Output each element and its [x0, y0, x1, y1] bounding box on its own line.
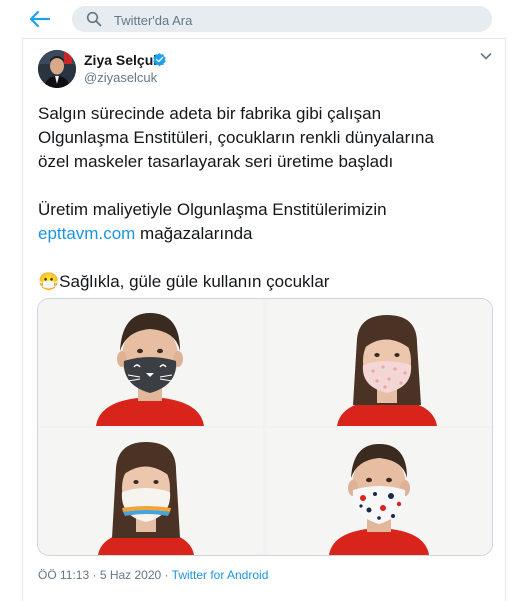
tweet-source[interactable]: Twitter for Android — [172, 568, 269, 582]
verified-badge-icon — [153, 52, 166, 67]
search-box[interactable] — [72, 6, 492, 32]
meta-separator: · — [89, 568, 100, 582]
tweet-text-line: 😷Sağlıkla, güle güle kullanın çocuklar — [38, 270, 329, 294]
tweet-link[interactable]: epttavm.com — [38, 224, 135, 243]
search-icon — [86, 11, 102, 27]
tweet-text-line: Salgın sürecinde adeta bir fabrika gibi … — [38, 104, 382, 123]
back-arrow-icon[interactable] — [28, 8, 52, 30]
media-grid — [37, 298, 493, 556]
photo-girl-striped-mask[interactable] — [38, 428, 263, 555]
tweet-meta: ÖÖ 11:13 · 5 Haz 2020 · Twitter for Andr… — [38, 568, 268, 582]
tweet-text-line: Üretim maliyetiyle Olgunlaşma Enstitüler… — [38, 200, 387, 219]
avatar-image — [38, 50, 76, 88]
photo-boy-patterned-mask[interactable] — [267, 428, 492, 555]
avatar[interactable] — [38, 50, 76, 88]
search-input[interactable] — [112, 9, 476, 31]
user-handle[interactable]: @ziyaselcuk — [84, 70, 157, 85]
top-bar — [0, 0, 514, 38]
tweet-text-fragment: Sağlıkla, güle güle kullanın çocuklar — [59, 272, 330, 291]
meta-separator: · — [161, 568, 172, 582]
user-display-name[interactable]: Ziya Selçuk — [84, 52, 161, 68]
chevron-down-icon[interactable] — [478, 48, 494, 64]
tweet-text-line: özel maskeler tasarlayarak seri üretime … — [38, 152, 394, 171]
mask-emoji: 😷 — [38, 272, 60, 291]
photo-girl-pink-mask[interactable] — [267, 299, 492, 426]
tweet-text-line: epttavm.com mağazalarında — [38, 222, 253, 246]
photo-boy-cat-mask[interactable] — [38, 299, 263, 426]
tweet-date[interactable]: 5 Haz 2020 — [100, 568, 161, 582]
tweet-text-fragment: mağazalarında — [135, 224, 253, 243]
tweet-time[interactable]: ÖÖ 11:13 — [38, 568, 89, 582]
tweet-text-line: Olgunlaşma Enstitüleri, çocukların renkl… — [38, 128, 434, 147]
